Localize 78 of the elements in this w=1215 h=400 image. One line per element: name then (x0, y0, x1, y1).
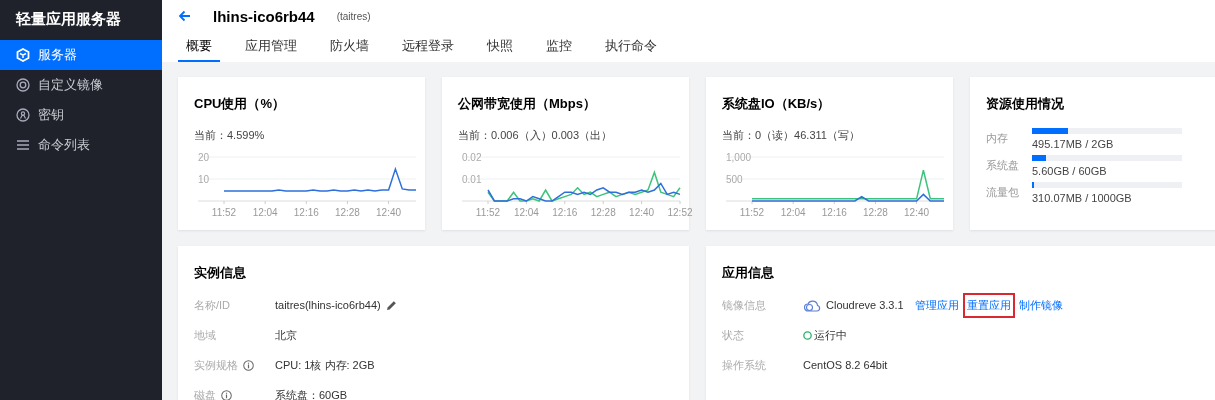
axis-label: 12:04 (252, 207, 278, 218)
axis-label: 0.01 (462, 174, 482, 185)
current-value: 当前：0（读）46.311（写） (722, 128, 860, 143)
tab[interactable]: 概要 (178, 32, 220, 62)
axis-label: 12:16 (293, 207, 319, 218)
edit-icon[interactable] (385, 299, 397, 311)
field-value: 系统盘：60GB (275, 387, 348, 400)
field-label: 名称/ID (194, 297, 231, 313)
card-title: CPU使用（%） (194, 95, 285, 113)
field-value: 北京 (275, 327, 297, 343)
tab[interactable]: 防火墙 (322, 32, 377, 62)
axis-label: 12:16 (821, 207, 847, 218)
axis-label: 12:04 (513, 207, 539, 218)
axis-label: 20 (198, 152, 210, 163)
field-label: 镜像信息 (722, 297, 766, 313)
card-title: 应用信息 (722, 264, 774, 282)
field-label: 操作系统 (722, 357, 766, 373)
sidebar-item[interactable]: 服务器 (0, 40, 162, 70)
usage-value: 310.07MB / 1000GB (1032, 192, 1133, 204)
list-icon (16, 138, 30, 152)
resource-label: 内存 (986, 131, 1009, 146)
field-label: 实例规格 (194, 357, 238, 373)
axis-label: 500 (726, 174, 743, 185)
axis-label: 12:16 (552, 207, 578, 218)
axis-label: 12:52 (667, 207, 693, 218)
card-title: 公网带宽使用（Mbps） (458, 95, 596, 113)
axis-label: 11:52 (211, 207, 237, 218)
usage-value: 5.60GB / 60GB (1032, 165, 1108, 177)
tab[interactable]: 应用管理 (237, 32, 305, 62)
back-arrow-icon[interactable] (178, 10, 191, 22)
current-value: 当前：0.006（入）0.003（出） (458, 128, 613, 143)
axis-label: 10 (198, 174, 210, 185)
status-text: 运行中 (814, 327, 847, 343)
field-value: Cloudreve 3.3.1 (826, 299, 904, 311)
card-title: 实例信息 (194, 264, 246, 282)
action-link[interactable]: 重置应用 (962, 292, 1015, 318)
axis-label: 11:52 (475, 207, 501, 218)
field-label: 地域 (194, 327, 216, 343)
status-ring-icon (803, 330, 812, 340)
key-icon (16, 108, 30, 122)
card-title: 资源使用情况 (986, 95, 1064, 113)
tab[interactable]: 远程登录 (394, 32, 462, 62)
sidebar-item[interactable]: 自定义镜像 (0, 70, 162, 100)
sidebar-item[interactable]: 命令列表 (0, 130, 162, 160)
action-link[interactable]: 管理应用 (910, 292, 963, 318)
tab[interactable]: 执行命令 (597, 32, 665, 62)
axis-label: 12:04 (780, 207, 806, 218)
field-label: 状态 (722, 327, 744, 343)
sidebar-item[interactable]: 密钥 (0, 100, 162, 130)
cloud-icon (803, 298, 821, 312)
cube-icon (16, 48, 30, 62)
axis-label: 12:40 (904, 207, 930, 218)
axis-label: 12:28 (862, 207, 888, 218)
tab[interactable]: 监控 (538, 32, 580, 62)
axis-label: 1,000 (726, 152, 752, 163)
axis-label: 0.02 (462, 152, 482, 163)
page-title: lhins-ico6rb44 (213, 7, 315, 25)
axis-label: 12:28 (334, 207, 360, 218)
info-icon[interactable] (243, 359, 254, 371)
card-title: 系统盘IO（KB/s） (722, 95, 831, 113)
axis-label: 12:40 (376, 207, 402, 218)
resource-label: 流量包 (986, 185, 1020, 200)
resource-label: 系统盘 (986, 158, 1020, 173)
usage-value: 495.17MB / 2GB (1032, 138, 1115, 150)
axis-label: 11:52 (739, 207, 765, 218)
field-label: 磁盘 (194, 387, 216, 400)
field-value: taitres(lhins-ico6rb44) (275, 299, 381, 311)
field-value: CentOS 8.2 64bit (803, 359, 888, 371)
tab[interactable]: 快照 (479, 32, 521, 62)
field-value: CPU: 1核 内存: 2GB (275, 357, 375, 373)
target-icon (16, 78, 30, 92)
axis-label: 12:28 (590, 207, 616, 218)
current-value: 当前：4.599% (194, 128, 265, 143)
instance-name: (taitres) (336, 10, 371, 22)
action-link[interactable]: 制作镜像 (1014, 292, 1067, 318)
sidebar-title: 轻量应用服务器 (14, 9, 122, 29)
info-icon[interactable] (221, 389, 232, 400)
axis-label: 12:40 (629, 207, 655, 218)
